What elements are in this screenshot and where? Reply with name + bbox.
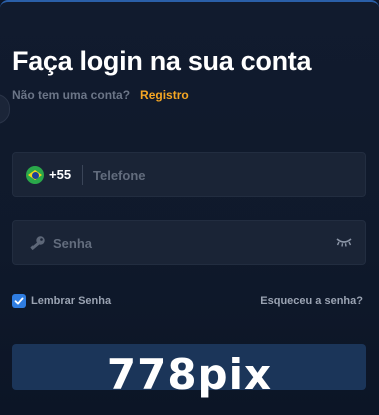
- login-panel: Faça login na sua conta Não tem uma cont…: [0, 0, 379, 415]
- forgot-password-link[interactable]: Esqueceu a senha?: [260, 295, 363, 307]
- field-divider: [82, 165, 83, 185]
- page-title: Faça login na sua conta: [12, 46, 312, 76]
- register-link[interactable]: Registro: [140, 88, 189, 102]
- password-field[interactable]: [12, 220, 366, 265]
- eye-closed-icon[interactable]: [335, 236, 353, 248]
- checkbox-checked-icon[interactable]: [12, 294, 26, 308]
- key-icon: [30, 236, 45, 251]
- phone-input[interactable]: [93, 166, 343, 184]
- no-account-text: Não tem uma conta?: [12, 88, 131, 102]
- login-button[interactable]: [12, 344, 366, 390]
- side-handle[interactable]: [0, 94, 10, 124]
- password-input[interactable]: [53, 234, 323, 252]
- country-code[interactable]: +55: [49, 167, 71, 182]
- phone-field[interactable]: +55: [12, 152, 366, 197]
- brazil-flag-icon[interactable]: [26, 166, 44, 184]
- register-prompt: Não tem uma conta? Registro: [12, 88, 189, 102]
- remember-password-label: Lembrar Senha: [31, 295, 112, 307]
- remember-password-checkbox[interactable]: Lembrar Senha: [12, 294, 111, 308]
